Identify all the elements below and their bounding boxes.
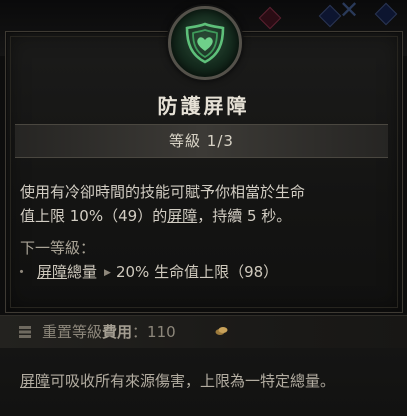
reset-cost-value: 110 (147, 323, 176, 341)
blue-gem-icon (374, 2, 398, 26)
bullet-icon: ・ (14, 263, 30, 281)
description-line-2-suffix: ，持續 5 秒。 (197, 207, 292, 225)
rank-bar: 等級 1/3 (15, 124, 388, 158)
reset-cost-bar: 重置等級費用：110 (0, 315, 407, 349)
gold-coin-icon (215, 327, 228, 335)
description-line-1: 使用有冷卻時間的技能可賦予你相當於生命 (20, 183, 306, 201)
next-rank-header: 下一等級： (20, 239, 96, 257)
next-rank-row: ・屏障總量 ▶ 20% 生命值上限（98） (14, 260, 278, 287)
next-rank-keyword[interactable]: 屏障 (37, 263, 67, 281)
reset-cost-label: 重置等級費用：110 (42, 316, 176, 348)
blue-gem-icon (318, 4, 342, 28)
next-rank-value: 20% 生命值上限（98） (115, 263, 279, 281)
cross-rune-icon: ✕ (339, 0, 360, 24)
barrier-keyword[interactable]: 屏障 (167, 207, 197, 225)
skill-title: 防護屏障 (157, 94, 250, 118)
skill-icon[interactable] (168, 6, 242, 80)
skill-description: 使用有冷卻時間的技能可賦予你相當於生命 值上限 10%（49）的屏障，持續 5 … (20, 180, 392, 228)
description-line-2-prefix: 值上限 10%（49）的 (20, 207, 168, 225)
rank-label: 等級 1/3 (169, 132, 234, 150)
glossary-text: 屏障可吸收所有來源傷害，上限為一特定總量。 (20, 370, 398, 393)
next-rank-label-suffix: 總量 (67, 263, 98, 281)
reset-label-bold: 費用 (102, 323, 133, 341)
green-shield-heart-icon (185, 22, 225, 64)
reset-stack-icon (19, 326, 31, 338)
glossary-definition: 可吸收所有來源傷害，上限為一特定總量。 (50, 372, 336, 390)
reset-colon: ： (132, 323, 148, 341)
glossary-keyword[interactable]: 屏障 (20, 372, 50, 390)
red-gem-icon (258, 6, 282, 30)
reset-label-text: 重置等級 (42, 323, 103, 341)
arrow-right-icon: ▶ (104, 268, 111, 278)
